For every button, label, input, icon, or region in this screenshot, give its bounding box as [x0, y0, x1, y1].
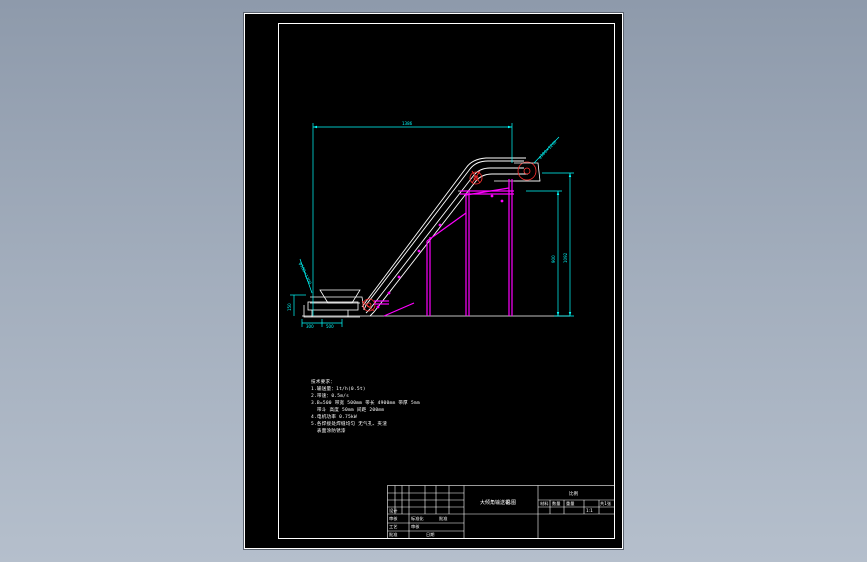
annot-top-right: φ180×1200: [537, 139, 558, 160]
cad-drawing: 1386 900 1092 150 300 500 φ180×1200 φ180…: [244, 13, 623, 549]
note-line: 5.各焊接处焊缝均匀 无气孔、夹渣: [311, 422, 388, 427]
inner-frame: [278, 23, 615, 539]
title-block: [387, 485, 615, 539]
scale-value: 1:1: [586, 508, 593, 513]
scale-label: 比例: [569, 490, 578, 497]
center-marks: [361, 170, 481, 312]
qty-label: 数量: [552, 500, 560, 507]
technical-notes: 技术要求： 1.输送量：1t/h(0.5t) 2.带速：0.5m/s 3.B=5…: [311, 379, 420, 435]
sheet-label: 总图: [506, 499, 516, 506]
dim-left-height: 150: [287, 303, 292, 311]
note-line: 技术要求：: [311, 380, 335, 385]
dim-left-width2: 500: [326, 324, 334, 329]
process-label: 工艺: [389, 524, 397, 529]
note-line: 2.带速：0.5m/s: [311, 394, 350, 399]
checker-sign: 审核: [411, 523, 420, 530]
drawing-sheet: 1386 900 1092 150 300 500 φ180×1200 φ180…: [244, 13, 623, 549]
outer-frame: [244, 13, 623, 549]
date-label: 日期: [426, 532, 434, 538]
dim-right-height: 900: [551, 255, 556, 263]
standard-label: 标准化: [411, 515, 424, 522]
annot-left: φ180×1200: [298, 261, 313, 285]
support-frame: [374, 179, 514, 317]
feed-hopper: [303, 289, 361, 318]
dim-left-width: 300: [306, 324, 314, 329]
approver-sign: 批准: [439, 515, 447, 522]
weight-label: 重量: [566, 500, 574, 507]
dimension-arrows: [313, 125, 572, 316]
note-line: 3.B=500 带宽 500mm 带长 4900mm 带厚 5mm: [311, 401, 420, 406]
designer-label: 设计: [389, 507, 397, 514]
sheet-no: 共1张: [600, 500, 612, 507]
dimension-lines: [290, 123, 574, 327]
checker-label: 审核: [389, 515, 398, 522]
inclined-belt: [361, 157, 528, 317]
note-line: 4.电机功率 0.75kW: [311, 415, 357, 420]
dim-right-total-height: 1092: [563, 252, 568, 263]
conveyor-assembly: 1386 900 1092 150 300 500 φ180×1200 φ180…: [287, 121, 574, 329]
belt-pins: [376, 194, 504, 309]
note-line: 1.输送量：1t/h(0.5t): [311, 387, 366, 392]
approver-label: 批准: [389, 531, 397, 538]
dim-top-length: 1386: [402, 121, 413, 126]
note-line: 带斗 高度 50mm 间距 200mm: [311, 408, 385, 413]
material-label: 材料: [540, 500, 549, 507]
note-line: 表面涂防锈漆: [311, 429, 346, 434]
